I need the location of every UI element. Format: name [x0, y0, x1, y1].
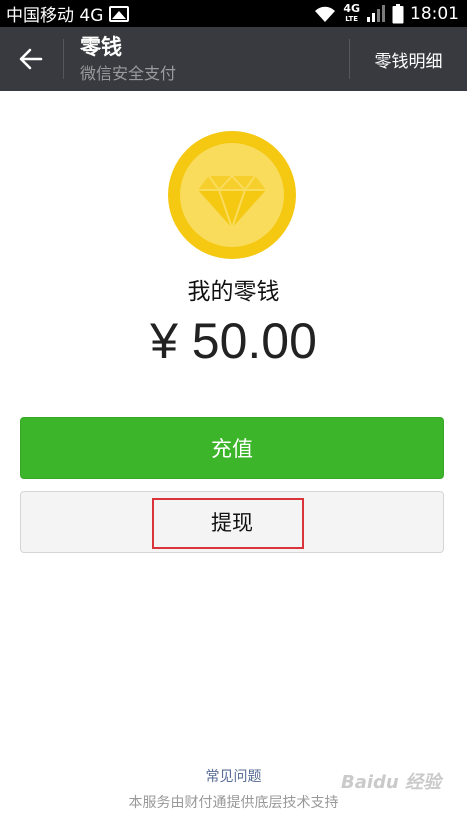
network-type-icon: 4G LTE [343, 1, 360, 24]
title-block: 零钱 微信安全支付 [80, 33, 176, 85]
baidu-watermark: Baidu 经验 [340, 772, 441, 793]
carrier-label: 中国移动 4G [6, 6, 104, 26]
withdraw-highlight-box [152, 498, 304, 549]
phone-screen: 中国移动 4G 4G LTE 18:01 零钱 微信安全支付 零钱明细 我的零钱… [0, 0, 467, 818]
wifi-icon [315, 6, 336, 22]
recharge-button[interactable]: 充值 [20, 417, 444, 479]
status-right: 4G LTE 18:01 [313, 1, 459, 24]
network-badge-label: 4G [343, 1, 360, 15]
service-note: 本服务由财付通提供底层技术支持 [128, 795, 339, 811]
diamond-coin-icon [168, 131, 296, 259]
wallet-balance: ¥ 50.00 [150, 313, 317, 369]
change-details-link[interactable]: 零钱明细 [350, 27, 467, 91]
back-arrow-icon [19, 48, 43, 70]
wallet-label: 我的零钱 [187, 279, 280, 305]
network-badge-sub: LTE [345, 14, 359, 23]
app-header: 零钱 微信安全支付 零钱明细 [0, 27, 467, 91]
clock: 18:01 [410, 3, 459, 24]
signal-icon [367, 4, 385, 22]
status-left: 中国移动 4G [6, 1, 130, 26]
page-title: 零钱 [80, 35, 122, 59]
back-button[interactable] [0, 27, 62, 91]
image-notification-icon [109, 5, 130, 22]
battery-icon [392, 3, 404, 23]
page-subtitle: 微信安全支付 [80, 64, 177, 83]
header-divider [63, 39, 64, 79]
status-bar: 中国移动 4G 4G LTE 18:01 [0, 0, 467, 27]
